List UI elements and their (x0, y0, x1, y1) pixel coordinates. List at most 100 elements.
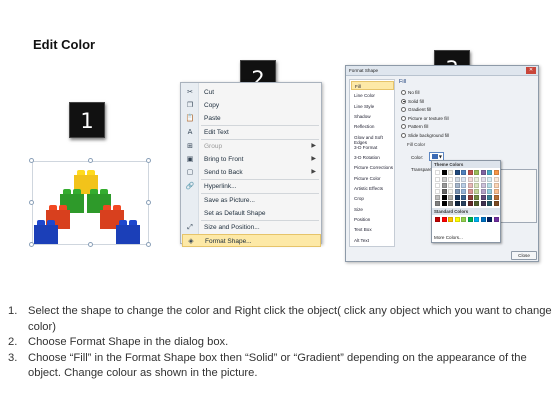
theme-color-swatch[interactable] (487, 177, 492, 182)
standard-color-swatch[interactable] (441, 217, 447, 222)
theme-color-swatch[interactable] (480, 170, 486, 175)
nav-item-text-box[interactable]: Text Box (351, 225, 394, 234)
resize-handle[interactable] (29, 158, 34, 163)
theme-color-swatch[interactable] (441, 177, 447, 182)
theme-color-swatch[interactable] (435, 183, 440, 188)
theme-color-swatch[interactable] (493, 195, 499, 200)
standard-color-swatch[interactable] (467, 217, 473, 222)
resize-handle[interactable] (146, 242, 151, 247)
theme-color-swatch[interactable] (461, 195, 466, 200)
theme-color-swatch[interactable] (467, 183, 473, 188)
theme-color-swatch[interactable] (480, 177, 486, 182)
nav-item-picture-color[interactable]: Picture Color (351, 174, 394, 183)
radio-button[interactable] (401, 90, 406, 95)
nav-item-3-d-format[interactable]: 3-D Format (351, 143, 394, 152)
radio-button[interactable] (401, 124, 406, 129)
nav-item-line-color[interactable]: Line Color (351, 91, 394, 100)
theme-color-swatch[interactable] (448, 195, 453, 200)
theme-color-swatch[interactable] (493, 177, 499, 182)
theme-color-swatch[interactable] (487, 183, 492, 188)
theme-color-swatch[interactable] (448, 189, 453, 194)
close-icon[interactable]: ✕ (526, 67, 536, 74)
theme-color-swatch[interactable] (461, 201, 466, 206)
theme-color-swatch[interactable] (448, 177, 453, 182)
more-colors-link[interactable]: More Colors... (434, 235, 463, 240)
theme-color-swatch[interactable] (474, 183, 479, 188)
theme-color-swatch[interactable] (487, 195, 492, 200)
theme-color-swatch[interactable] (480, 195, 486, 200)
nav-item-artistic-effects[interactable]: Artistic Effects (351, 184, 394, 193)
radio-button[interactable] (401, 107, 406, 112)
theme-color-swatch[interactable] (448, 183, 453, 188)
theme-color-swatch[interactable] (474, 195, 479, 200)
theme-color-swatch[interactable] (474, 170, 479, 175)
nav-item-picture-corrections[interactable]: Picture Corrections (351, 163, 394, 172)
standard-color-swatch[interactable] (461, 217, 466, 222)
standard-color-swatch[interactable] (480, 217, 486, 222)
theme-color-swatch[interactable] (454, 177, 460, 182)
theme-color-swatch[interactable] (467, 170, 473, 175)
theme-color-swatch[interactable] (448, 170, 453, 175)
nav-item-line-style[interactable]: Line Style (351, 102, 394, 111)
nav-item-position[interactable]: Position (351, 215, 394, 224)
theme-color-swatch[interactable] (467, 177, 473, 182)
theme-color-swatch[interactable] (487, 201, 492, 206)
theme-color-swatch[interactable] (435, 170, 440, 175)
theme-color-swatch[interactable] (461, 177, 466, 182)
theme-color-swatch[interactable] (461, 183, 466, 188)
theme-color-swatch[interactable] (493, 170, 499, 175)
theme-color-swatch[interactable] (441, 183, 447, 188)
theme-color-swatch[interactable] (493, 183, 499, 188)
theme-color-swatch[interactable] (474, 177, 479, 182)
block-shape[interactable] (29, 158, 151, 247)
close-button[interactable]: Close (511, 251, 537, 260)
menu-item-cut[interactable]: ✂ Cut (182, 86, 321, 99)
resize-handle[interactable] (88, 242, 93, 247)
theme-color-swatch[interactable] (454, 189, 460, 194)
theme-color-swatch[interactable] (441, 189, 447, 194)
theme-color-swatch[interactable] (480, 183, 486, 188)
menu-item-size-and-position[interactable]: ⤢ Size and Position... (182, 221, 321, 234)
nav-item-crop[interactable]: Crop (351, 194, 394, 203)
standard-color-swatch[interactable] (454, 217, 460, 222)
theme-color-swatch[interactable] (467, 189, 473, 194)
nav-item-shadow[interactable]: Shadow (351, 112, 394, 121)
theme-color-swatch[interactable] (467, 201, 473, 206)
standard-color-swatch[interactable] (448, 217, 453, 222)
radio-button[interactable] (401, 132, 406, 138)
theme-color-swatch[interactable] (487, 170, 492, 175)
theme-color-swatch[interactable] (493, 201, 499, 206)
nav-item-alt-text[interactable]: Alt Text (351, 236, 394, 245)
theme-color-swatch[interactable] (448, 201, 453, 206)
theme-color-swatch[interactable] (441, 195, 447, 200)
theme-color-swatch[interactable] (487, 189, 492, 194)
resize-handle[interactable] (29, 200, 34, 205)
menu-item-copy[interactable]: ❐ Copy (182, 99, 321, 112)
menu-item-group[interactable]: ⊞ Group ▶ (182, 140, 321, 153)
menu-item-set-as-default-shape[interactable]: Set as Default Shape (182, 207, 321, 220)
theme-color-swatch[interactable] (461, 189, 466, 194)
theme-color-swatch[interactable] (435, 201, 440, 206)
theme-color-swatch[interactable] (441, 170, 447, 175)
theme-color-swatch[interactable] (480, 201, 486, 206)
menu-item-save-as-picture[interactable]: Save as Picture... (182, 194, 321, 207)
nav-item-glow-and-soft-edges[interactable]: Glow and Soft Edges (351, 133, 394, 145)
radio-button[interactable] (401, 98, 406, 104)
menu-item-hyperlink[interactable]: 🔗 Hyperlink... (182, 180, 321, 193)
theme-color-swatch[interactable] (474, 201, 479, 206)
standard-color-swatch[interactable] (435, 217, 440, 222)
theme-color-swatch[interactable] (441, 201, 447, 206)
theme-color-swatch[interactable] (435, 195, 440, 200)
resize-handle[interactable] (146, 158, 151, 163)
menu-item-bring-to-front[interactable]: ▣ Bring to Front ▶ (182, 153, 321, 166)
theme-color-swatch[interactable] (454, 195, 460, 200)
theme-color-swatch[interactable] (493, 189, 499, 194)
theme-color-swatch[interactable] (461, 170, 466, 175)
theme-color-swatch[interactable] (467, 195, 473, 200)
nav-item-size[interactable]: Size (351, 205, 394, 214)
standard-color-swatch[interactable] (493, 217, 499, 222)
theme-color-swatch[interactable] (474, 189, 479, 194)
nav-item-reflection[interactable]: Reflection (351, 122, 394, 131)
standard-color-swatch[interactable] (487, 217, 492, 222)
nav-item-fill[interactable]: Fill (351, 81, 394, 90)
